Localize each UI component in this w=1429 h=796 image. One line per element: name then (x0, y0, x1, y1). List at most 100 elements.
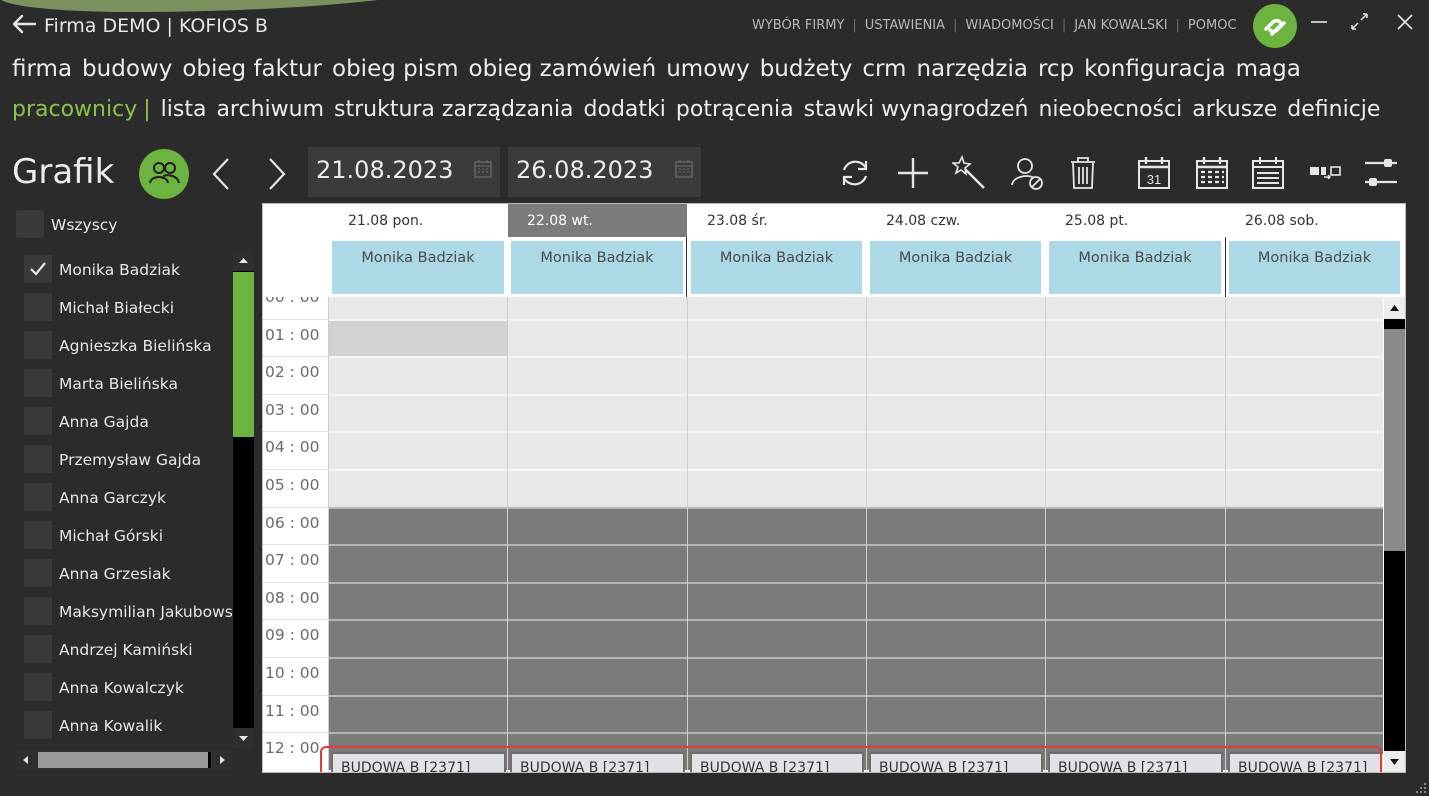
sub-menu-item[interactable]: nieobecności (1038, 97, 1182, 122)
main-menu-item[interactable]: narzędzia (916, 56, 1028, 82)
main-menu-item[interactable]: obieg pism (332, 56, 459, 82)
magic-wand-icon[interactable] (952, 155, 988, 191)
employee-name[interactable]: Monika Badziak (59, 261, 180, 279)
close-icon[interactable] (1390, 8, 1420, 36)
calendar-month-icon[interactable] (1194, 155, 1230, 191)
top-link-separator: | (953, 18, 958, 33)
main-menu-item[interactable]: obieg zamówień (469, 56, 657, 82)
select-all-checkbox[interactable] (16, 210, 44, 238)
sub-menu-item[interactable]: arkusze (1192, 97, 1277, 122)
calendar-day-icon[interactable]: 31 (1136, 155, 1172, 191)
calendar-icon[interactable] (675, 159, 693, 179)
main-menu-item[interactable]: konfiguracja (1084, 56, 1226, 82)
employee-checkbox[interactable] (24, 255, 52, 283)
main-menu-item[interactable]: crm (862, 56, 906, 82)
main-menu-item[interactable]: maga (1236, 56, 1301, 82)
minimize-icon[interactable] (1305, 8, 1335, 36)
plus-icon[interactable] (895, 155, 931, 191)
employee-name[interactable]: Andrzej Kamiński (59, 641, 193, 659)
sub-menu-item-active[interactable]: pracownicy (12, 97, 137, 122)
top-link-0[interactable]: WYBÓR FIRMY (752, 18, 844, 33)
employee-name[interactable]: Michał Białecki (59, 299, 174, 317)
employee-name[interactable]: Maksymilian Jakubowski (59, 603, 246, 621)
day-label: 25.08 pt. (1065, 213, 1129, 229)
layout-icon[interactable] (1307, 155, 1343, 191)
day-header[interactable]: 25.08 pt. (1046, 204, 1225, 237)
scroll-down-button[interactable] (233, 728, 254, 748)
calendar-scroll-down[interactable] (1384, 751, 1405, 772)
settings-sliders-icon[interactable] (1363, 155, 1399, 191)
hour-label-separator (263, 694, 329, 696)
sub-menu-item[interactable]: potrącenia (676, 97, 794, 122)
date-from-field[interactable]: 21.08.2023 (308, 147, 500, 197)
hour-label-separator (263, 393, 329, 395)
user-block-icon[interactable] (1009, 155, 1045, 191)
employee-checkbox[interactable] (24, 483, 52, 511)
maximize-icon[interactable] (1345, 8, 1375, 36)
calendar-week-icon[interactable] (1250, 155, 1286, 191)
resize-grip-icon[interactable] (1415, 782, 1427, 794)
employee-checkbox[interactable] (24, 597, 52, 625)
date-to-field[interactable]: 26.08.2023 (508, 147, 701, 197)
employee-checkbox[interactable] (24, 445, 52, 473)
arrow-down-icon (239, 736, 248, 741)
employee-checkbox[interactable] (24, 559, 52, 587)
employee-checkbox[interactable] (24, 407, 52, 435)
trash-icon[interactable] (1065, 155, 1101, 191)
employees-button[interactable] (139, 149, 189, 199)
scroll-up-button[interactable] (233, 251, 254, 271)
main-menu-item[interactable]: firma (12, 56, 72, 82)
employee-name[interactable]: Anna Gajda (59, 413, 149, 431)
top-link-2[interactable]: WIADOMOŚCI (965, 18, 1053, 33)
hour-label-separator (263, 544, 329, 546)
sub-menu-item[interactable]: struktura zarządzania (334, 97, 574, 122)
day-header[interactable]: 26.08 sob. (1226, 204, 1404, 237)
arrow-left-icon[interactable] (16, 750, 36, 770)
horizontal-scroll-thumb[interactable] (38, 752, 208, 768)
employee-name[interactable]: Anna Grzesiak (59, 565, 171, 583)
employee-name[interactable]: Marta Bielińska (59, 375, 178, 393)
day-header[interactable]: 21.08 pon. (329, 204, 508, 237)
arrow-up-icon (1390, 305, 1399, 311)
employee-name[interactable]: Agnieszka Bielińska (59, 337, 212, 355)
calendar-scroll-up[interactable] (1384, 297, 1405, 319)
employee-checkbox[interactable] (24, 293, 52, 321)
back-arrow-icon[interactable] (10, 10, 38, 38)
employee-name[interactable]: Michał Górski (59, 527, 163, 545)
calendar-icon[interactable] (474, 159, 492, 179)
top-link-3[interactable]: JAN KOWALSKI (1074, 18, 1167, 33)
employee-checkbox[interactable] (24, 635, 52, 663)
employee-checkbox[interactable] (24, 673, 52, 701)
day-header[interactable]: 23.08 śr. (688, 204, 866, 237)
sub-menu-item[interactable]: dodatki (584, 97, 666, 122)
sub-menu-item[interactable]: lista (161, 97, 207, 122)
sub-menu-item[interactable]: stawki wynagrodzeń (804, 97, 1029, 122)
day-header[interactable]: 22.08 wt. (508, 204, 687, 237)
employee-name[interactable]: Anna Kowalczyk (59, 679, 184, 697)
employee-checkbox[interactable] (24, 711, 52, 739)
top-link-4[interactable]: POMOC (1188, 18, 1237, 33)
main-menu-item[interactable]: umowy (666, 56, 749, 82)
calendar-scroll-thumb[interactable] (1384, 329, 1405, 551)
employee-checkbox[interactable] (24, 521, 52, 549)
employee-name[interactable]: Przemysław Gajda (59, 451, 201, 469)
employee-name[interactable]: Anna Garczyk (59, 489, 166, 507)
employee-checkbox[interactable] (24, 331, 52, 359)
main-menu-item[interactable]: budowy (82, 56, 172, 82)
main-menu-item[interactable]: budżety (760, 56, 853, 82)
top-link-1[interactable]: USTAWIENIA (865, 18, 945, 33)
refresh-icon[interactable] (837, 155, 873, 191)
day-label: 22.08 wt. (527, 213, 593, 229)
scroll-thumb[interactable] (233, 272, 254, 437)
logo-icon (1264, 18, 1286, 36)
employee-name[interactable]: Anna Kowalik (59, 717, 162, 735)
chevron-left-icon[interactable] (206, 155, 236, 193)
arrow-right-icon[interactable] (212, 750, 232, 770)
day-header[interactable]: 24.08 czw. (867, 204, 1045, 237)
main-menu-item[interactable]: obieg faktur (182, 56, 322, 82)
main-menu-item[interactable]: rcp (1038, 56, 1074, 82)
sub-menu-item[interactable]: archiwum (216, 97, 324, 122)
chevron-right-icon[interactable] (262, 155, 292, 193)
sub-menu-item[interactable]: definicje (1287, 97, 1380, 122)
employee-checkbox[interactable] (24, 369, 52, 397)
